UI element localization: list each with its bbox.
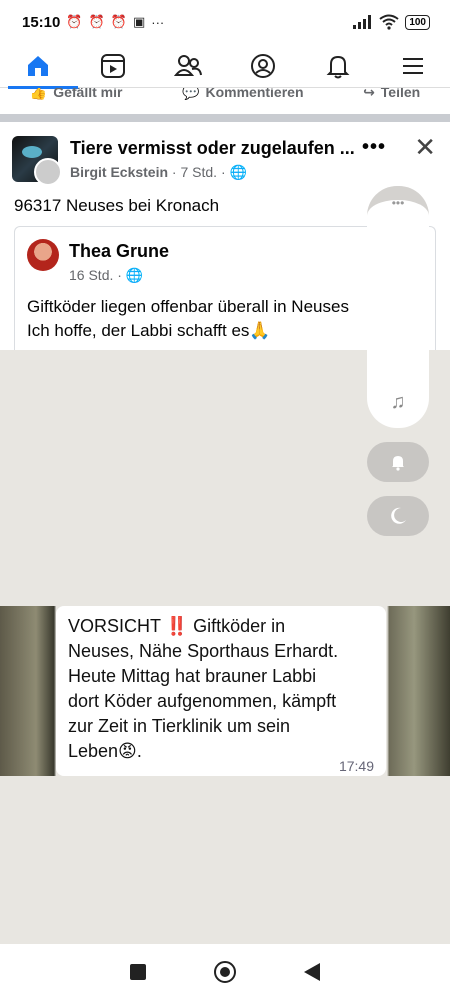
message-text: VORSICHT ‼️ Giftköder in Neuses, Nähe Sp… — [68, 616, 339, 761]
comment-icon: 💬 — [182, 88, 200, 100]
profile-icon — [250, 53, 275, 78]
home-icon — [27, 55, 48, 76]
bell-icon — [326, 55, 349, 78]
meta-separator: · — [117, 267, 126, 283]
shared-meta: 16 Std. · 🌐 — [69, 267, 143, 284]
floating-panel[interactable]: ••• ♫ — [367, 186, 429, 428]
comment-button[interactable]: 💬 Kommentieren — [182, 88, 303, 114]
post-image[interactable]: VORSICHT ‼️ Giftköder in Neuses, Nähe Sp… — [0, 350, 450, 944]
alarm-icon: ⏰ — [88, 14, 105, 29]
avatar-image — [22, 146, 42, 158]
status-bar: 15:10 ⏰ ⏰ ⏰ ▣ ··· 100 — [0, 0, 450, 44]
author-avatar[interactable] — [34, 158, 62, 186]
nav-home[interactable] — [7, 44, 78, 89]
reels-icon — [100, 53, 125, 78]
share-label: Teilen — [380, 88, 421, 100]
sim-icon: ▣ — [132, 14, 146, 29]
battery-icon: 100 — [405, 14, 430, 30]
message-bubble: VORSICHT ‼️ Giftköder in Neuses, Nähe Sp… — [56, 606, 386, 776]
post-time: 7 Std. — [180, 164, 218, 180]
back-button[interactable] — [304, 963, 320, 981]
nav-menu[interactable] — [383, 44, 443, 88]
shared-text-line: Giftköder liegen offenbar überall in Neu… — [27, 297, 349, 316]
post-action-bar: 👍 Gefällt mir 💬 Kommentieren ↪ Teilen — [0, 88, 450, 114]
post-header: Tiere vermisst oder zugelaufen ... Birgi… — [12, 130, 438, 186]
post-author[interactable]: Birgit Eckstein — [70, 164, 168, 180]
post-text: 96317 Neuses bei Kronach — [14, 196, 220, 215]
shared-time: 16 Std. — [69, 267, 114, 283]
status-time: 15:10 — [22, 13, 61, 31]
nav-profile[interactable] — [233, 44, 293, 88]
share-icon: ↪ — [363, 88, 375, 100]
nav-reels[interactable] — [83, 44, 143, 88]
like-icon: 👍 — [29, 88, 48, 100]
facebook-nav — [0, 44, 450, 89]
share-button[interactable]: ↪ Teilen — [363, 88, 420, 114]
nav-friends[interactable] — [158, 44, 218, 88]
shared-author-name[interactable]: Thea Grune — [69, 241, 169, 262]
notification-toggle[interactable] — [367, 442, 429, 482]
shared-text-line: Ich hoffe, der Labbi schafft es🙏 — [27, 321, 271, 340]
system-nav-bar — [0, 944, 450, 1000]
feed-separator — [0, 114, 450, 122]
nav-notifications[interactable] — [308, 44, 368, 88]
panel-handle[interactable]: ••• — [367, 196, 429, 210]
status-more: ··· — [151, 14, 165, 30]
globe-icon: 🌐 — [229, 164, 247, 180]
menu-icon — [402, 57, 423, 74]
signal-icon — [353, 15, 372, 29]
recent-apps-button[interactable] — [130, 964, 146, 980]
home-button[interactable] — [214, 961, 236, 983]
post-close-button[interactable]: ✕ — [414, 132, 436, 163]
alarm-icon: ⏰ — [110, 14, 127, 29]
post-more-button[interactable]: ••• — [362, 136, 386, 159]
shared-author-avatar[interactable] — [27, 239, 59, 271]
moon-icon — [391, 507, 406, 524]
bell-icon — [392, 456, 404, 471]
group-title[interactable]: Tiere vermisst oder zugelaufen ... — [70, 138, 355, 159]
wifi-icon — [379, 14, 399, 30]
like-button[interactable]: 👍 Gefällt mir — [30, 88, 123, 114]
comment-label: Kommentieren — [205, 88, 304, 100]
shared-text: Giftköder liegen offenbar überall in Neu… — [27, 295, 349, 343]
globe-icon: 🌐 — [125, 267, 144, 283]
message-time: 17:49 — [338, 758, 374, 774]
friends-icon — [173, 54, 202, 76]
dark-mode-toggle[interactable] — [367, 496, 429, 536]
like-label: Gefällt mir — [53, 88, 123, 100]
meta-separator: · — [220, 164, 230, 180]
post-meta: Birgit Eckstein · 7 Std. · 🌐 — [70, 164, 247, 181]
music-icon[interactable]: ♫ — [367, 391, 429, 414]
alarm-icon: ⏰ — [66, 14, 83, 29]
